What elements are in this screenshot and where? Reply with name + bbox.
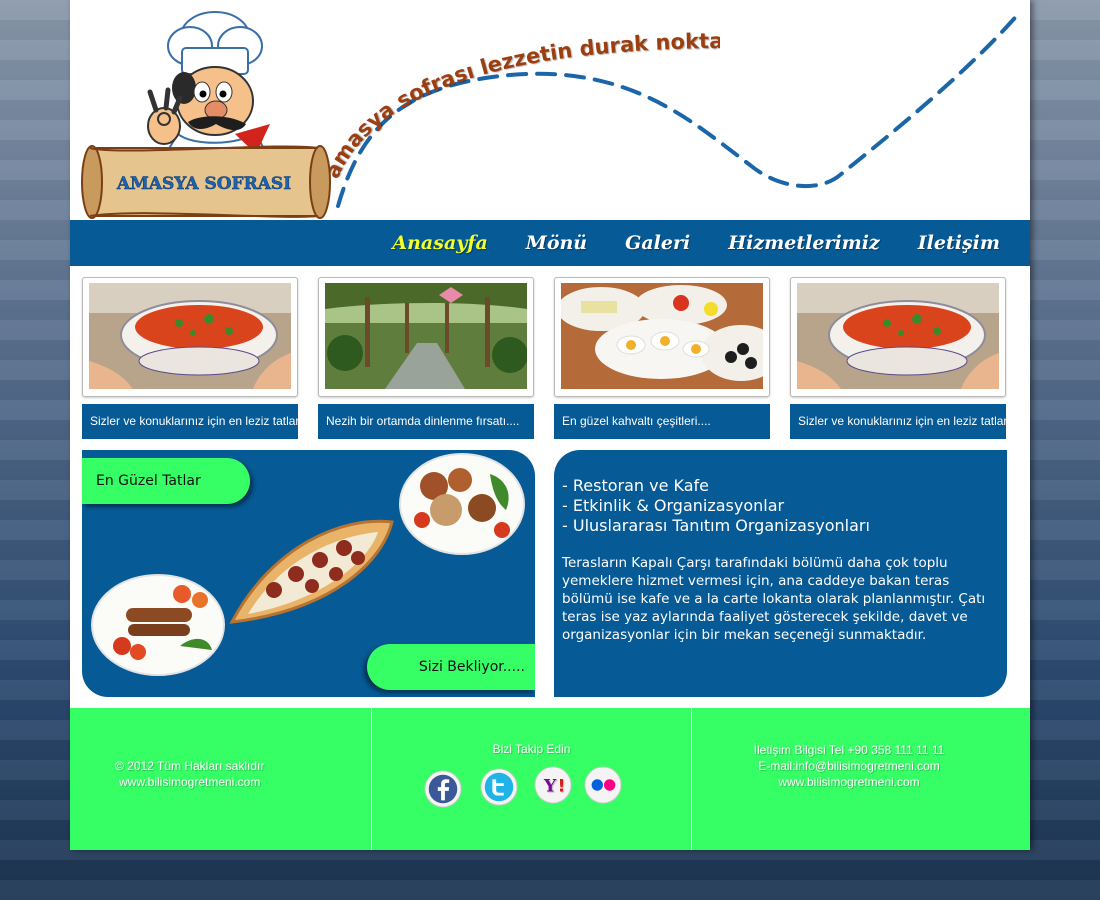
card-frame xyxy=(82,277,298,397)
chef-logo: AMASYA SOFRASI xyxy=(81,11,331,219)
service-item: - Uluslararası Tanıtım Organizasyonları xyxy=(562,516,870,535)
card-caption: Nezih bir ortamda dinlenme fırsatı.... xyxy=(318,404,534,439)
copyright-text: © 2012 Tüm Hakları saklıdır xyxy=(115,759,265,773)
scroll-banner: AMASYA SOFRASI xyxy=(81,145,331,219)
nav-item-monu[interactable]: Mönü xyxy=(526,220,587,266)
svg-text:!: ! xyxy=(558,777,566,797)
chef-hat-icon xyxy=(167,11,263,75)
facebook-icon[interactable] xyxy=(424,770,462,808)
footer-copyright-column: © 2012 Tüm Hakları saklıdır www.bilisimo… xyxy=(70,708,370,850)
card-caption: En güzel kahvaltı çeşitleri.... xyxy=(554,404,770,439)
contact-site-link[interactable]: www.bilisimogretmeni.com xyxy=(691,774,1007,790)
header: amasya sofrası lezzetin durak noktası xyxy=(70,0,1030,220)
contact-block: İletişim Bilgisi Tel +90 358 111 11 11 E… xyxy=(691,742,1007,790)
card-frame xyxy=(790,277,1006,397)
yahoo-icon[interactable]: Y ! xyxy=(534,766,572,804)
garden-photo xyxy=(325,283,527,389)
nav-item-hizmetlerimiz[interactable]: Hizmetlerimiz xyxy=(728,220,880,266)
soup-photo xyxy=(797,283,999,389)
page: amasya sofrası lezzetin durak noktası xyxy=(70,0,1030,850)
breakfast-photo xyxy=(561,283,763,389)
nav-list: Anasayfa Mönü Galeri Hizmetlerimiz Ileti… xyxy=(392,220,1000,266)
info-description: Terasların Kapalı Çarşı tarafındaki bölü… xyxy=(562,555,986,643)
social-links: Y ! xyxy=(424,766,654,810)
info-panel: - Restoran ve Kafe - Etkinlik & Organiza… xyxy=(554,450,1007,697)
follow-title: Bizi Takip Edin xyxy=(492,742,571,756)
feature-card[interactable]: Sizler ve konuklarınız için en leziz tat… xyxy=(790,277,1006,439)
svg-text:Y: Y xyxy=(543,777,557,797)
nav-item-anasayfa[interactable]: Anasayfa xyxy=(392,220,487,266)
promo-top-badge: En Güzel Tatlar xyxy=(82,458,250,504)
footer: © 2012 Tüm Hakları saklıdır www.bilisimo… xyxy=(70,708,1030,850)
feature-card[interactable]: En güzel kahvaltı çeşitleri.... xyxy=(554,277,770,439)
svg-text:AMASYA SOFRASI: AMASYA SOFRASI xyxy=(116,174,291,194)
contact-phone: İletişim Bilgisi Tel +90 358 111 11 11 xyxy=(753,743,945,757)
nav-item-iletisim[interactable]: Iletişim xyxy=(918,220,1000,266)
footer-contact-column: İletişim Bilgisi Tel +90 358 111 11 11 E… xyxy=(691,708,1030,850)
soup-photo xyxy=(89,283,291,389)
nav-item-galeri[interactable]: Galeri xyxy=(625,220,690,266)
svg-text:amasya sofrası lezzetin durak: amasya sofrası lezzetin durak noktası xyxy=(320,20,720,182)
twitter-icon[interactable] xyxy=(480,768,518,806)
card-frame xyxy=(554,277,770,397)
copyright-block: © 2012 Tüm Hakları saklıdır www.bilisimo… xyxy=(115,758,264,790)
feature-card[interactable]: Nezih bir ortamda dinlenme fırsatı.... xyxy=(318,277,534,439)
footer-social-column: Bizi Takip Edin Y ! xyxy=(371,708,692,850)
service-item: - Restoran ve Kafe xyxy=(562,476,709,495)
card-frame xyxy=(318,277,534,397)
main-nav: Anasayfa Mönü Galeri Hizmetlerimiz Ileti… xyxy=(70,220,1030,266)
service-item: - Etkinlik & Organizasyonlar xyxy=(562,496,785,515)
copyright-site-link[interactable]: www.bilisimogretmeni.com xyxy=(115,774,264,790)
feature-card[interactable]: Sizler ve konuklarınız için en leziz tat… xyxy=(82,277,298,439)
slogan: amasya sofrası lezzetin durak noktası xyxy=(320,20,720,182)
card-caption: Sizler ve konuklarınız için en leziz tat… xyxy=(790,404,1006,439)
contact-email[interactable]: E-mail:info@bilisimogretmeni.com xyxy=(691,758,1007,774)
card-caption: Sizler ve konuklarınız için en leziz tat… xyxy=(82,404,298,439)
flickr-icon[interactable] xyxy=(584,766,622,804)
promo-bottom-badge: Sizi Bekliyor..... xyxy=(367,644,535,690)
services-list: - Restoran ve Kafe - Etkinlik & Organiza… xyxy=(562,476,870,536)
promo-panel: En Güzel Tatlar Sizi Bekliyor..... xyxy=(82,450,535,697)
